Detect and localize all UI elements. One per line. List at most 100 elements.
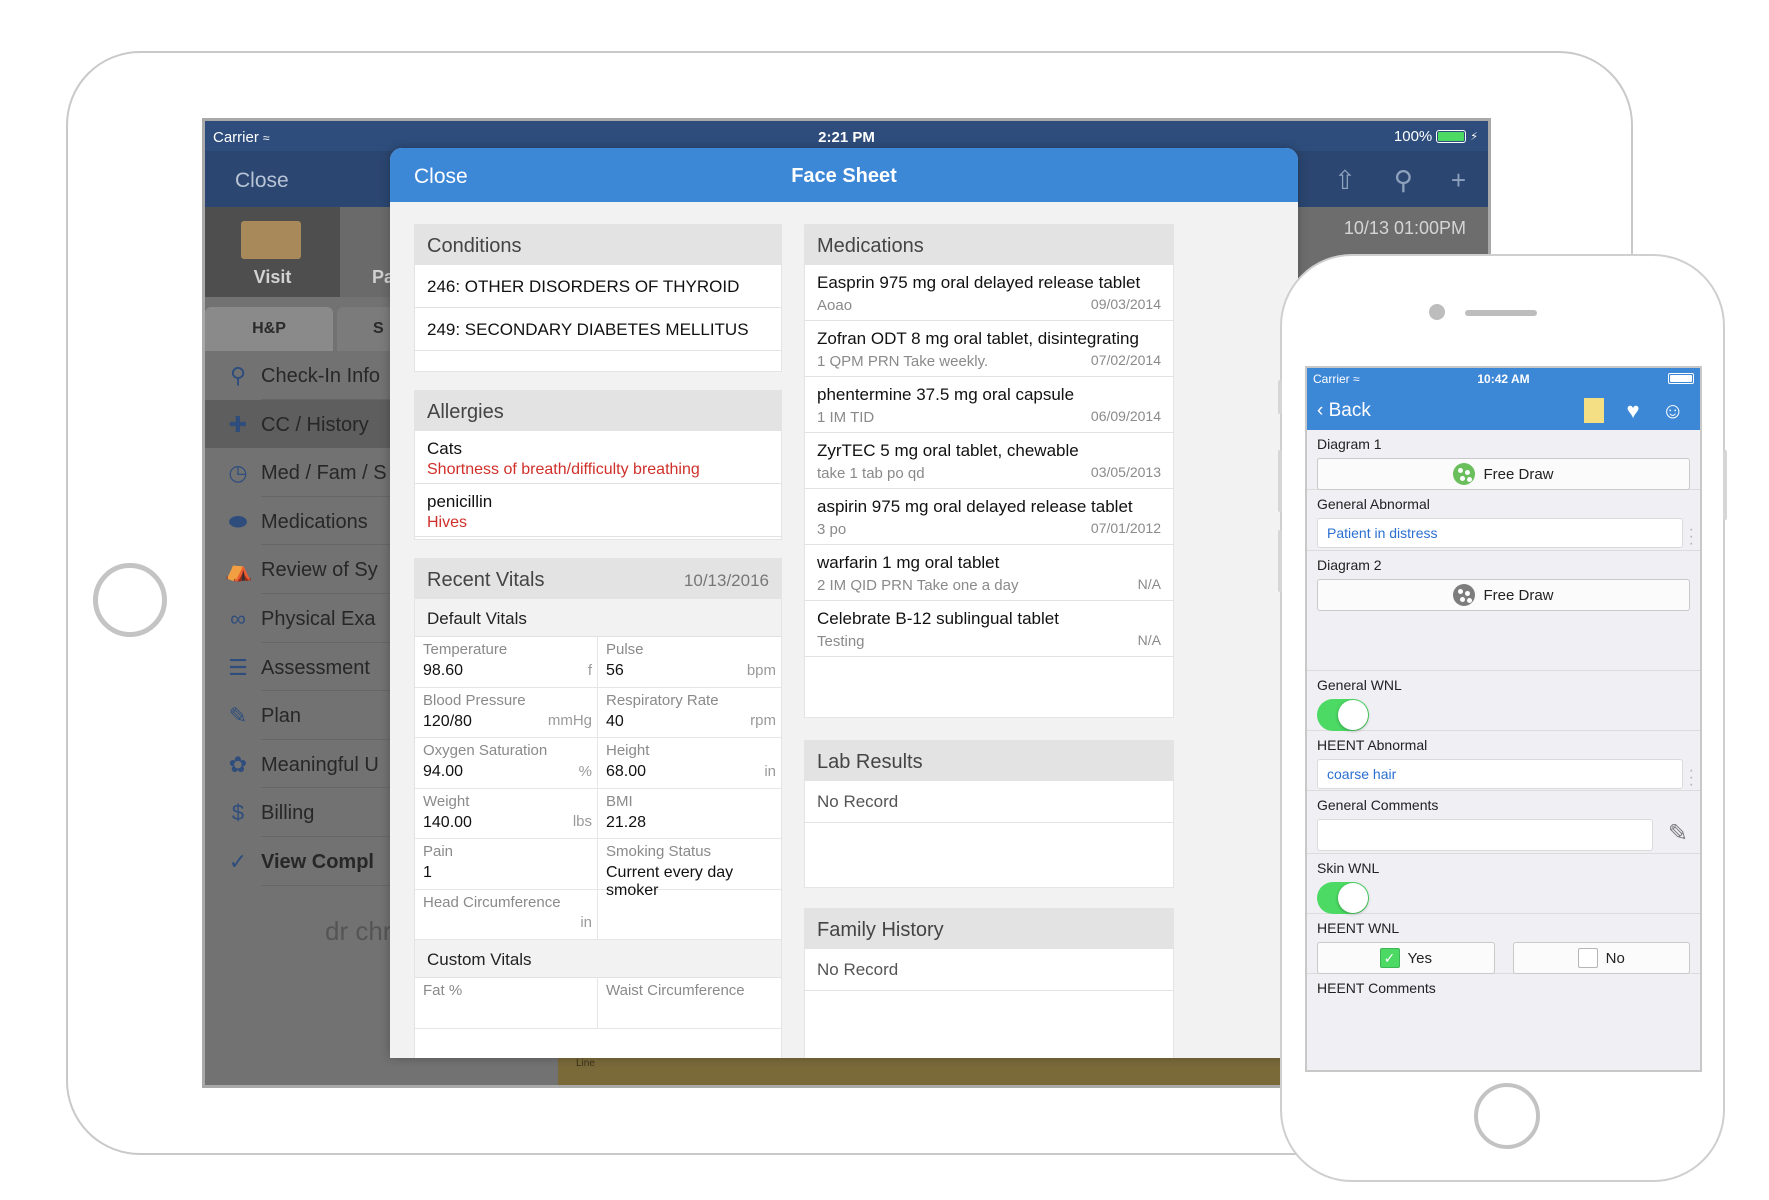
- vital-cell[interactable]: Weight 140.00 lbs: [415, 788, 598, 839]
- vital-cell[interactable]: Oxygen Saturation 94.00%: [415, 738, 598, 789]
- vital-cell[interactable]: Pain 1: [415, 839, 598, 890]
- iphone-nav-bar: ‹ Back ♥ ☺: [1307, 390, 1700, 430]
- folder-icon: [241, 221, 301, 259]
- mute-switch: [1278, 380, 1282, 414]
- medication-item[interactable]: Celebrate B-12 sublingual tablet Testing N…: [805, 601, 1173, 657]
- pill-icon: ⬬: [228, 508, 248, 534]
- conditions-card: Conditions 246: OTHER DISORDERS OF THYRO…: [414, 224, 782, 372]
- face-sheet-modal: Close Face Sheet Conditions 246: OTHER D…: [390, 148, 1298, 1058]
- background-close-button[interactable]: Close: [235, 169, 289, 193]
- general-abnormal-input[interactable]: Patient in distress: [1317, 518, 1683, 548]
- field-label: HEENT Abnormal: [1317, 737, 1428, 753]
- visit-tab[interactable]: Visit: [205, 207, 340, 297]
- visit-label: Visit: [253, 267, 292, 287]
- condition-item[interactable]: 246: OTHER DISORDERS OF THYROID: [415, 265, 781, 308]
- vitals-card: Recent Vitals 10/13/2016 Default Vitals T…: [414, 558, 782, 1058]
- vital-cell[interactable]: Height 68.00 in: [598, 738, 781, 789]
- field-label: Skin WNL: [1317, 860, 1380, 876]
- mu-badge-icon: ✿: [228, 751, 248, 777]
- more-icon[interactable]: · · ·: [1689, 763, 1694, 793]
- medication-item[interactable]: phentermine 37.5 mg oral capsule 1 IM TID…: [805, 377, 1173, 433]
- vital-cell[interactable]: Waist Circumference: [598, 978, 781, 1029]
- iphone-status-bar: Carrier ≈ 10:42 AM: [1307, 368, 1700, 390]
- custom-vitals-grid: Fat % Waist Circumference: [415, 978, 781, 1029]
- allergy-name: penicillin: [427, 492, 493, 511]
- medications-card: Medications Easprin 975 mg oral delayed …: [804, 224, 1174, 718]
- vitals-header: Recent Vitals 10/13/2016: [415, 559, 781, 599]
- palette-icon: [1453, 463, 1476, 485]
- front-camera: [1429, 304, 1445, 320]
- allergies-card: Allergies Cats Shortness of breath/diffi…: [414, 390, 782, 540]
- heent-abnormal-input[interactable]: coarse hair: [1317, 759, 1683, 789]
- general-abnormal-field: General Abnormal Patient in distress · · ·: [1307, 490, 1700, 552]
- tab-s[interactable]: S: [337, 307, 397, 351]
- vital-cell[interactable]: Blood Pressure 120/80 mmHg: [415, 687, 598, 738]
- vital-cell[interactable]: Head Circumference in: [415, 889, 598, 940]
- allergy-name: Cats: [427, 439, 462, 458]
- allergy-item[interactable]: penicillin Hives: [415, 484, 781, 537]
- general-wnl-toggle[interactable]: [1317, 699, 1369, 731]
- body-icon: ⛺: [225, 557, 253, 583]
- yes-option[interactable]: ✓ Yes: [1317, 942, 1495, 974]
- share-icon[interactable]: ⇧: [1334, 165, 1356, 196]
- allergy-item[interactable]: Cats Shortness of breath/difficulty brea…: [415, 431, 781, 484]
- vital-cell-empty: [598, 890, 781, 940]
- vital-cell[interactable]: Smoking Status Current every day smoker: [598, 839, 781, 899]
- family-history-empty: No Record: [805, 949, 1173, 991]
- default-vitals-grid: Temperature 98.60 f Pulse 56 bpm Blood Press…: [415, 637, 781, 940]
- medications-header: Medications: [805, 225, 1173, 265]
- family-history-header: Family History: [805, 909, 1173, 949]
- battery-icon: [1436, 130, 1467, 143]
- field-label: General Abnormal: [1317, 496, 1430, 512]
- lab-results-card: Lab Results No Record: [804, 740, 1174, 888]
- map-pin-icon: ⚲: [229, 363, 247, 388]
- heart-rate-icon[interactable]: ♥: [1626, 398, 1639, 424]
- allergy-reaction: Shortness of breath/difficulty breathing: [427, 461, 700, 478]
- modal-body[interactable]: Conditions 246: OTHER DISORDERS OF THYRO…: [390, 202, 1298, 1058]
- palette-icon: [1453, 584, 1476, 606]
- modal-title: Face Sheet: [791, 165, 897, 187]
- search-icon[interactable]: ⚲: [1394, 165, 1413, 196]
- battery-indicator: 100% ⚡: [1393, 128, 1478, 145]
- add-icon[interactable]: +: [1451, 165, 1466, 196]
- no-option[interactable]: No: [1512, 942, 1690, 974]
- power-button: [1723, 450, 1727, 520]
- general-comments-input[interactable]: [1317, 819, 1653, 851]
- condition-item[interactable]: 249: SECONDARY DIABETES MELLITUS: [415, 308, 781, 351]
- lab-results-empty: No Record: [805, 781, 1173, 823]
- vital-cell[interactable]: Fat %: [415, 978, 598, 1029]
- conditions-header: Conditions: [415, 225, 781, 265]
- vital-cell[interactable]: Respiratory Rate 40 rpm: [598, 688, 781, 738]
- dollar-icon: $: [231, 800, 245, 826]
- vital-cell[interactable]: Temperature 98.60 f: [415, 637, 598, 688]
- skin-wnl-field: Skin WNL: [1307, 854, 1700, 914]
- pen-icon: ✎: [228, 703, 248, 729]
- free-draw-button[interactable]: Free Draw: [1317, 458, 1690, 490]
- skin-wnl-toggle[interactable]: [1317, 882, 1369, 914]
- field-label: Diagram 2: [1317, 557, 1382, 573]
- more-icon[interactable]: · · ·: [1689, 522, 1694, 552]
- medication-item[interactable]: aspirin 975 mg oral delayed release tabl…: [805, 489, 1173, 545]
- iphone-nav-icons: ♥ ☺: [1584, 398, 1684, 424]
- modal-header: Close Face Sheet: [390, 148, 1298, 202]
- tab-hp[interactable]: H&P: [205, 307, 333, 351]
- ipad-home-button[interactable]: [93, 563, 167, 637]
- medication-item[interactable]: warfarin 1 mg oral tablet 2 IM QID PRN Ta…: [805, 545, 1173, 601]
- note-icon[interactable]: [1584, 398, 1605, 423]
- volume-down-button: [1278, 530, 1282, 592]
- medication-item[interactable]: ZyrTEC 5 mg oral tablet, chewable take 1 …: [805, 433, 1173, 489]
- edit-pencil-icon[interactable]: ✎: [1668, 819, 1688, 848]
- battery-icon: [1668, 373, 1694, 384]
- patient-list-icon[interactable]: ☺: [1662, 398, 1684, 424]
- allergies-header: Allergies: [415, 391, 781, 431]
- free-draw-button[interactable]: Free Draw: [1317, 579, 1690, 611]
- back-button[interactable]: ‹ Back: [1317, 400, 1371, 422]
- marketing-stage: Carrier ≈ 2:21 PM 100% ⚡ Close ⇧ ⚲ + 10/13…: [0, 0, 1769, 1200]
- diagram-1-field: Diagram 1 Free Draw: [1307, 430, 1700, 490]
- vital-cell[interactable]: BMI 21.28: [598, 789, 781, 839]
- medication-item[interactable]: Easprin 975 mg oral delayed release tabl…: [805, 265, 1173, 321]
- iphone-home-button[interactable]: [1474, 1083, 1540, 1149]
- stethoscope-icon: ∞: [230, 605, 246, 631]
- medication-item[interactable]: Zofran ODT 8 mg oral tablet, disintegrat…: [805, 321, 1173, 377]
- vital-cell[interactable]: Pulse 56 bpm: [598, 637, 781, 688]
